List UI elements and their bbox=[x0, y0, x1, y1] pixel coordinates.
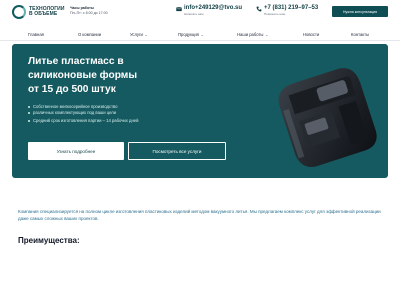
advantages-heading: Преимущества: bbox=[18, 236, 80, 245]
phone-caption: Позвонить нам bbox=[264, 12, 285, 16]
email-contact[interactable]: info+249129@tvo.su Написать нам bbox=[176, 5, 242, 16]
nav-item-services[interactable]: Услуги ⌄ bbox=[130, 28, 148, 40]
phone-icon bbox=[256, 6, 262, 12]
nav-item-news[interactable]: Новости bbox=[303, 28, 319, 40]
logo-mark-icon bbox=[12, 5, 26, 19]
logo-line-2: В ОБЪЕМЕ bbox=[29, 11, 58, 17]
nav-divider bbox=[0, 40, 400, 41]
nav-item-products[interactable]: Продукция ⌄ bbox=[178, 28, 204, 40]
hours-value: Пн–Пт: с 8:00 до 17:00 bbox=[70, 11, 108, 15]
hero-bullet: различных комплектующих под ваши цели bbox=[28, 110, 138, 116]
hero-bullet: Средний срок изготовления партии – 14 ра… bbox=[28, 118, 138, 124]
learn-more-button[interactable]: Узнать подробнее bbox=[28, 142, 124, 160]
nav-item-contacts[interactable]: Контакты bbox=[351, 28, 369, 40]
main-nav: Главная О компании Услуги ⌄ Продукция ⌄ На… bbox=[0, 28, 400, 40]
company-logo[interactable]: ТЕХНОЛОГИИ В ОБЪЕМЕ bbox=[12, 5, 65, 19]
email-caption: Написать нам bbox=[184, 12, 204, 16]
nav-item-home[interactable]: Главная bbox=[28, 28, 44, 40]
hero-banner: Литье пластмасс в силиконовые формы от 1… bbox=[12, 44, 388, 178]
working-hours: Часы работы Пн–Пт: с 8:00 до 17:00 bbox=[70, 6, 108, 16]
chevron-down-icon: ⌄ bbox=[200, 31, 204, 37]
chevron-down-icon: ⌄ bbox=[264, 31, 269, 37]
molded-part-image bbox=[278, 68, 377, 167]
consultation-button[interactable]: Нужна консультация bbox=[332, 6, 388, 17]
email-link[interactable]: info+249129@tvo.su bbox=[184, 5, 242, 12]
all-services-button[interactable]: Посмотреть все услуги bbox=[128, 142, 226, 160]
chevron-down-icon: ⌄ bbox=[144, 31, 148, 37]
company-intro-text: Компания специализируется на полном цикл… bbox=[18, 209, 381, 221]
nav-item-works[interactable]: Наши работы ⌄ bbox=[237, 28, 268, 40]
phone-link[interactable]: +7 (831) 219–97–53 bbox=[264, 5, 318, 12]
hero-title: Литье пластмасс в силиконовые формы от 1… bbox=[28, 56, 138, 95]
top-bar: ТЕХНОЛОГИИ В ОБЪЕМЕ Часы работы Пн–Пт: с… bbox=[0, 0, 400, 26]
hero-bullet-list: Собственное мелкосерийное производство р… bbox=[28, 104, 138, 126]
nav-item-about[interactable]: О компании bbox=[78, 28, 101, 40]
phone-contact[interactable]: +7 (831) 219–97–53 Позвонить нам bbox=[256, 5, 318, 16]
mail-icon bbox=[176, 7, 182, 12]
